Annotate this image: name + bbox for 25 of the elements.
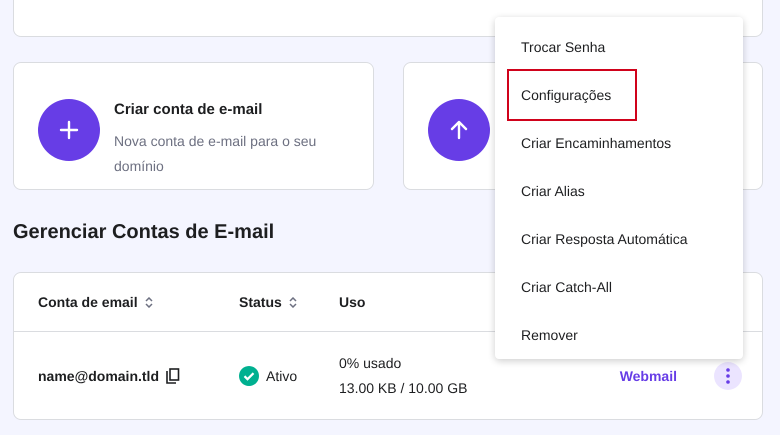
column-header: Uso bbox=[339, 292, 366, 312]
usage-amount: 13.00 KB / 10.00 GB bbox=[339, 379, 468, 398]
section-title: Gerenciar Contas de E-mail bbox=[13, 220, 274, 245]
menu-item[interactable]: Trocar Senha bbox=[507, 23, 620, 71]
sort-header[interactable]: Status bbox=[239, 292, 282, 312]
sort-icon[interactable] bbox=[144, 296, 153, 308]
more-button[interactable] bbox=[714, 362, 742, 390]
plus-icon bbox=[57, 118, 81, 142]
status-label: Ativo bbox=[266, 366, 298, 386]
webmail-link[interactable]: Webmail bbox=[620, 366, 677, 386]
menu-item[interactable]: Criar Catch-All bbox=[507, 263, 626, 311]
copy-icon[interactable] bbox=[166, 368, 180, 384]
action-card[interactable]: Criar conta de e-mail Nova conta de e-mail para o seu domínio bbox=[13, 62, 374, 190]
kebab-icon bbox=[726, 368, 730, 384]
card-title: Criar conta de e-mail bbox=[114, 100, 264, 120]
menu-item[interactable]: Criar Resposta Automática bbox=[507, 215, 702, 263]
sort-header[interactable]: Conta de email bbox=[38, 292, 138, 312]
menu-item[interactable]: Remover bbox=[507, 311, 592, 359]
menu-item[interactable]: Criar Encaminhamentos bbox=[507, 119, 686, 167]
usage-percent: 0% usado bbox=[339, 354, 402, 373]
email-address: name@domain.tld bbox=[38, 366, 159, 386]
menu-item[interactable]: Criar Alias bbox=[507, 167, 599, 215]
sort-icon[interactable] bbox=[288, 296, 297, 308]
menu-item[interactable]: Configurações bbox=[507, 69, 638, 121]
card-description: Nova conta de e-mail para o seu domínio bbox=[114, 132, 318, 176]
